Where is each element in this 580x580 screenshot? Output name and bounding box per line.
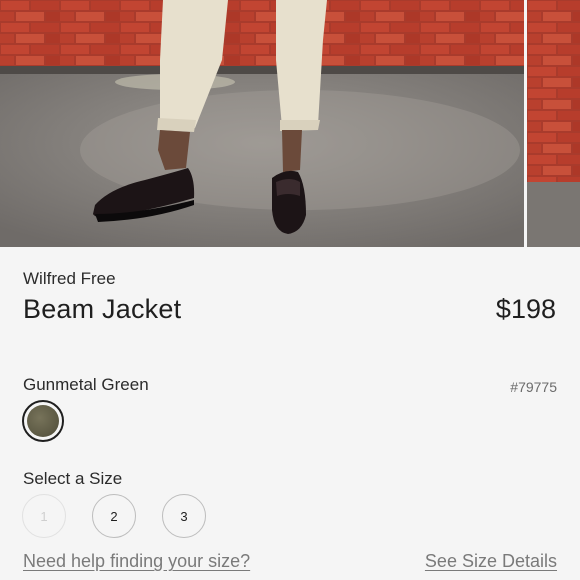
size-help-link[interactable]: Need help finding your size? — [23, 551, 250, 572]
product-sku: #79775 — [510, 379, 557, 395]
product-title: Beam Jacket — [23, 294, 182, 324]
product-photo[interactable] — [0, 0, 524, 247]
next-product-photo[interactable] — [527, 0, 580, 247]
swatch-color-fill — [27, 405, 59, 437]
product-price: $198 — [495, 294, 556, 324]
selected-color-label: Gunmetal Green — [23, 375, 149, 394]
size-option-1[interactable]: 1 — [22, 494, 66, 538]
color-swatch-gunmetal-green[interactable] — [22, 400, 64, 442]
product-info: Wilfred Free Beam Jacket $198 Gunmetal G… — [0, 247, 580, 580]
product-image-gallery[interactable] — [0, 0, 580, 247]
size-option-3[interactable]: 3 — [162, 494, 206, 538]
size-details-link[interactable]: See Size Details — [425, 551, 557, 572]
brand-name[interactable]: Wilfred Free — [23, 269, 116, 289]
size-option-2[interactable]: 2 — [92, 494, 136, 538]
size-section-label: Select a Size — [23, 469, 123, 488]
